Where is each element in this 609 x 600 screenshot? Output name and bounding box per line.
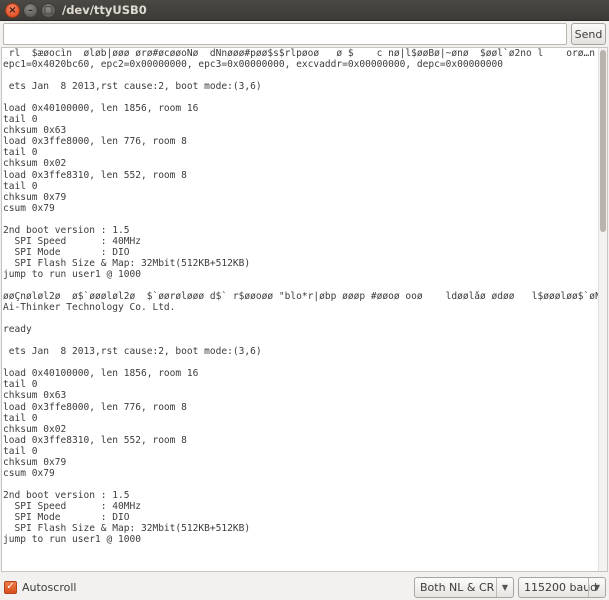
send-row: Send xyxy=(0,21,609,47)
output-line: chksum 0x63 xyxy=(3,390,67,402)
output-line: load 0x3ffe8310, len 552, room 8 xyxy=(3,434,187,446)
output-line: csum 0x79 xyxy=(3,202,55,214)
serial-output-text: rl $æøocìn øløb|øøø ørø#øcøøoNø dNnøøø#p… xyxy=(3,48,599,556)
output-line: rl $æøocìn øløb|øøø ørø#øcøøoNø dNnøøø#p… xyxy=(3,48,599,59)
output-line: tail 0 xyxy=(3,114,38,126)
line-ending-select[interactable]: Both NL & CR ▼ xyxy=(414,577,514,598)
output-line: SPI Flash Size & Map: 32Mbit(512KB+512KB… xyxy=(3,523,251,535)
window-title: /dev/ttyUSB0 xyxy=(62,3,147,17)
scrollbar-thumb[interactable] xyxy=(600,50,606,232)
output-line: SPI Speed : 40MHz xyxy=(3,235,141,247)
vertical-scrollbar[interactable] xyxy=(598,48,607,571)
window-titlebar[interactable]: × – □ /dev/ttyUSB0 xyxy=(0,0,609,21)
chevron-down-icon: ▼ xyxy=(588,578,605,597)
output-line: tail 0 xyxy=(3,412,38,424)
output-line: tail 0 xyxy=(3,445,38,457)
output-line: 2nd boot version : 1.5 xyxy=(3,224,130,236)
baud-rate-select[interactable]: 115200 baud ▼ xyxy=(518,577,606,598)
output-line: chksum 0x63 xyxy=(3,125,67,137)
close-icon[interactable]: × xyxy=(5,3,20,18)
output-line: SPI Mode : DIO xyxy=(3,511,130,523)
maximize-icon[interactable]: □ xyxy=(41,3,56,18)
output-line: load 0x40100000, len 1856, room 16 xyxy=(3,368,199,380)
autoscroll-label: Autoscroll xyxy=(22,580,77,594)
output-line: chksum 0x02 xyxy=(3,158,67,170)
output-line: SPI Mode : DIO xyxy=(3,246,130,258)
output-line: SPI Speed : 40MHz xyxy=(3,500,141,512)
output-line: ready xyxy=(3,324,32,336)
output-line: SPI Flash Size & Map: 32Mbit(512KB+512KB… xyxy=(3,257,251,269)
output-line: øøÇnøløl2ø ø$`øøøløl2ø $`øørøløøø d$` r$… xyxy=(3,291,599,303)
output-line: load 0x3ffe8000, len 776, room 8 xyxy=(3,136,187,148)
output-line: Ai-Thinker Technology Co. Ltd. xyxy=(3,302,176,314)
output-line: csum 0x79 xyxy=(3,467,55,479)
output-line: jump to run user1 @ 1000 xyxy=(3,268,141,280)
autoscroll-toggle[interactable]: ✓ Autoscroll xyxy=(4,580,76,594)
output-line: chksum 0x79 xyxy=(3,456,67,468)
output-line: tail 0 xyxy=(3,180,38,192)
output-line: chksum 0x79 xyxy=(3,191,67,203)
output-line: ets Jan 8 2013,rst cause:2, boot mode:(3… xyxy=(3,346,262,358)
serial-output[interactable]: rl $æøocìn øløb|øøø ørø#øcøøoNø dNnøøø#p… xyxy=(1,47,608,572)
output-line: epc1=0x4020bc60, epc2=0x00000000, epc3=0… xyxy=(3,59,504,71)
baud-rate-value: 115200 baud xyxy=(524,581,598,594)
chevron-down-icon: ▼ xyxy=(496,578,513,597)
output-line: load 0x40100000, len 1856, room 16 xyxy=(3,103,199,115)
window-controls: × – □ xyxy=(5,3,56,18)
output-line: ets Jan 8 2013,rst cause:2, boot mode:(3… xyxy=(3,81,262,93)
output-line: 2nd boot version : 1.5 xyxy=(3,489,130,501)
line-ending-value: Both NL & CR xyxy=(420,581,495,594)
status-bar: ✓ Autoscroll Both NL & CR ▼ 115200 baud … xyxy=(0,574,609,600)
autoscroll-checkbox[interactable]: ✓ xyxy=(4,580,17,594)
output-line: tail 0 xyxy=(3,147,38,159)
output-line: jump to run user1 @ 1000 xyxy=(3,534,141,546)
minimize-icon[interactable]: – xyxy=(23,3,38,18)
send-input[interactable] xyxy=(3,23,567,45)
output-line: load 0x3ffe8310, len 552, room 8 xyxy=(3,169,187,181)
output-line: load 0x3ffe8000, len 776, room 8 xyxy=(3,401,187,413)
send-button[interactable]: Send xyxy=(571,23,606,45)
output-line: chksum 0x02 xyxy=(3,423,67,435)
output-line: tail 0 xyxy=(3,379,38,391)
